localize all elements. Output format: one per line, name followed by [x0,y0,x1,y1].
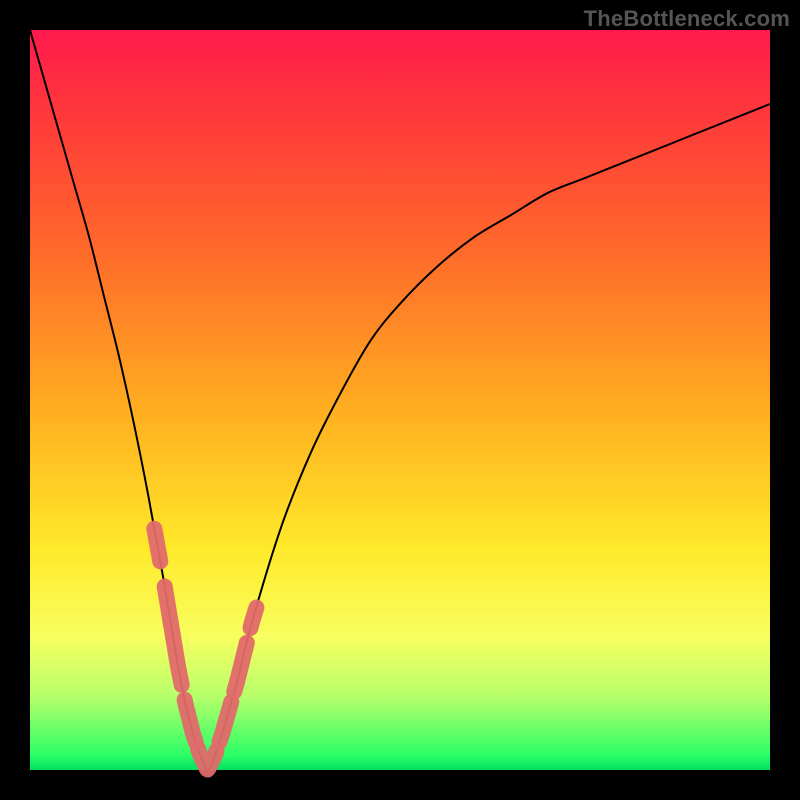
highlight-layer [154,529,256,770]
watermark-text: TheBottleneck.com [584,6,790,32]
chart-frame: TheBottleneck.com [0,0,800,800]
highlight-segment-6 [251,608,257,628]
bottleneck-curve [30,30,770,770]
highlight-segment-5 [234,643,247,692]
highlight-segment-4 [219,702,231,742]
highlight-segment-0 [154,529,160,562]
highlight-segment-2 [185,700,196,742]
highlight-segment-1 [165,586,182,684]
plot-area [30,30,770,770]
chart-svg [30,30,770,770]
curve-layer [30,30,770,770]
highlight-segment-3 [198,749,217,770]
